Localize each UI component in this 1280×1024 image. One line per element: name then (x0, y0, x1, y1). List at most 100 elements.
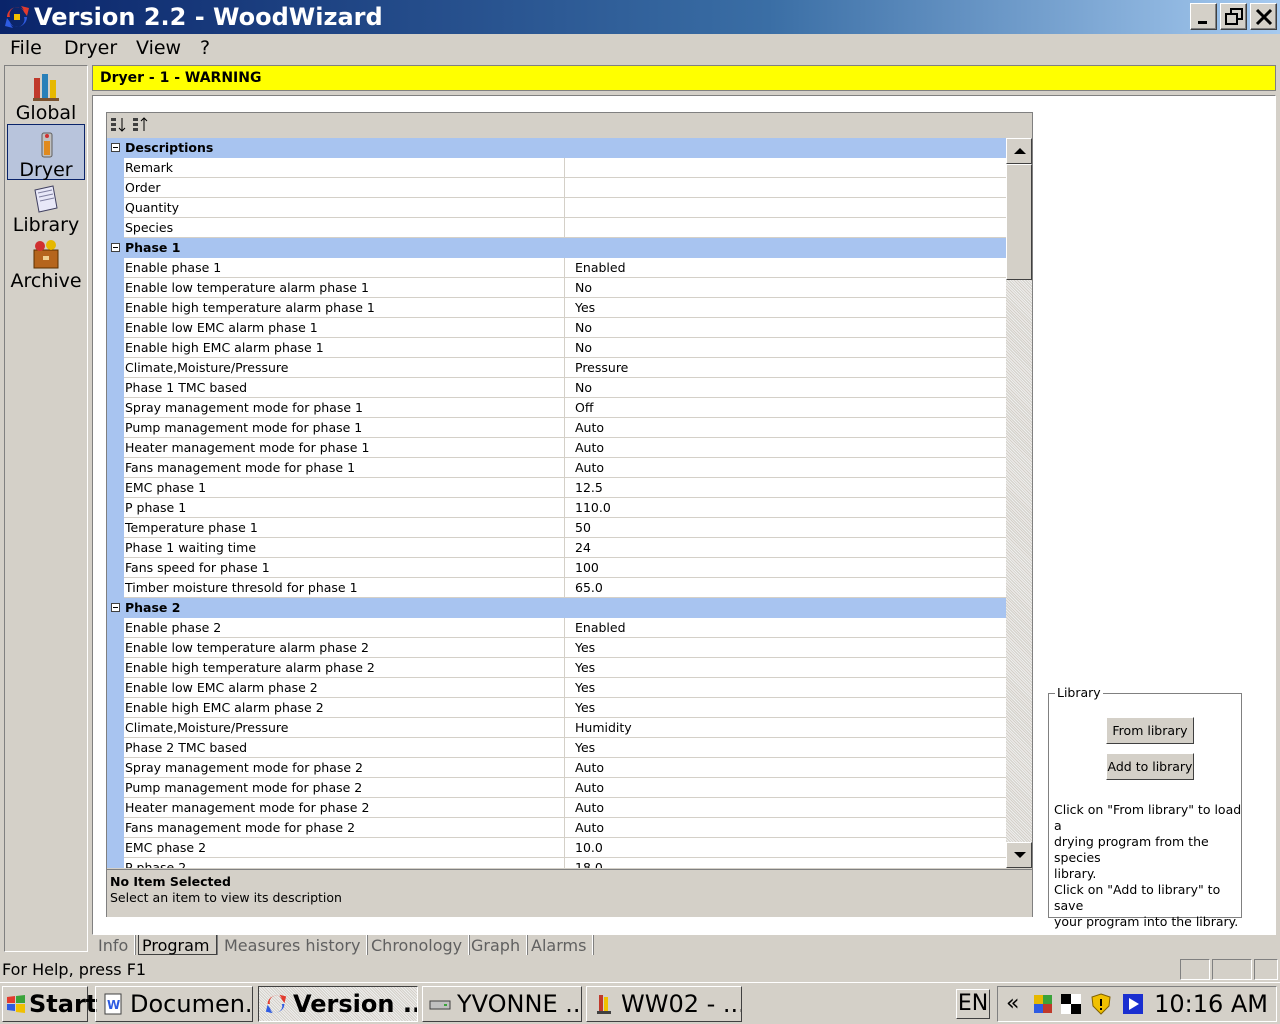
property-value[interactable]: Auto (565, 798, 1006, 818)
property-value[interactable]: Humidity (565, 718, 1006, 738)
restore-button[interactable] (1220, 3, 1247, 30)
property-value[interactable]: Yes (565, 638, 1006, 658)
grid-property-row[interactable]: Heater management mode for phase 1 Auto (107, 438, 1006, 458)
tab-measures-history[interactable]: Measures history (224, 935, 368, 955)
grid-property-row[interactable]: Spray management mode for phase 2 Auto (107, 758, 1006, 778)
property-value[interactable]: 24 (565, 538, 1006, 558)
property-value[interactable]: No (565, 278, 1006, 298)
checker-tray-icon[interactable] (1060, 993, 1082, 1015)
alphabetical-sort-icon[interactable] (132, 117, 150, 133)
from-library-button[interactable]: From library (1106, 717, 1194, 744)
grid-rows-viewport[interactable]: Descriptions Remark Order Quantity Species Ph… (107, 138, 1006, 868)
grid-property-row[interactable]: Enable low temperature alarm phase 2 Yes (107, 638, 1006, 658)
sidebar-item-global[interactable]: Global (7, 68, 85, 124)
grid-property-row[interactable]: Pump management mode for phase 2 Auto (107, 778, 1006, 798)
property-value[interactable]: Yes (565, 738, 1006, 758)
grid-property-row[interactable]: Heater management mode for phase 2 Auto (107, 798, 1006, 818)
grid-property-row[interactable]: Climate,Moisture/Pressure Pressure (107, 358, 1006, 378)
grid-property-row[interactable]: Fans management mode for phase 2 Auto (107, 818, 1006, 838)
grid-property-row[interactable]: Enable phase 2 Enabled (107, 618, 1006, 638)
grid-property-row[interactable]: Fans speed for phase 1 100 (107, 558, 1006, 578)
scroll-down-button[interactable] (1006, 842, 1032, 868)
grid-category[interactable]: Descriptions (107, 138, 1006, 158)
property-value[interactable] (565, 218, 1006, 238)
grid-property-row[interactable]: Enable high EMC alarm phase 1 No (107, 338, 1006, 358)
media-player-icon[interactable] (1122, 993, 1144, 1015)
property-value[interactable]: Enabled (565, 618, 1006, 638)
property-value[interactable] (565, 158, 1006, 178)
grid-category[interactable]: Phase 1 (107, 238, 1006, 258)
menu-file[interactable]: File (10, 36, 42, 60)
sidebar-item-archive[interactable]: Archive (7, 236, 85, 292)
property-value[interactable]: Enabled (565, 258, 1006, 278)
grid-category[interactable]: Phase 2 (107, 598, 1006, 618)
property-value[interactable]: Yes (565, 698, 1006, 718)
taskbar-item-ww02[interactable]: WW02 - ... (586, 986, 742, 1022)
grid-property-row[interactable]: Remark (107, 158, 1006, 178)
property-value[interactable]: Auto (565, 758, 1006, 778)
grid-property-row[interactable]: Enable high temperature alarm phase 2 Yes (107, 658, 1006, 678)
grid-property-row[interactable]: Enable phase 1 Enabled (107, 258, 1006, 278)
clock[interactable]: 10:16 AM (1154, 987, 1268, 1021)
grid-property-row[interactable]: Enable low EMC alarm phase 2 Yes (107, 678, 1006, 698)
taskbar-item-documents[interactable]: W Documen... (95, 986, 253, 1022)
property-value[interactable]: 18.0 (565, 858, 1006, 868)
property-value[interactable]: Auto (565, 778, 1006, 798)
property-value[interactable]: Yes (565, 298, 1006, 318)
sidebar-item-dryer[interactable]: Dryer (7, 124, 85, 181)
menu-view[interactable]: View (136, 36, 181, 60)
grid-property-row[interactable]: Spray management mode for phase 1 Off (107, 398, 1006, 418)
property-value[interactable] (565, 198, 1006, 218)
grid-property-row[interactable]: EMC phase 1 12.5 (107, 478, 1006, 498)
menu-dryer[interactable]: Dryer (64, 36, 117, 60)
collapse-icon[interactable] (111, 603, 120, 612)
tab-chronology[interactable]: Chronology (371, 935, 470, 955)
sidebar-item-library[interactable]: Library (7, 180, 85, 236)
collapse-icon[interactable] (111, 143, 120, 152)
grid-scrollbar[interactable] (1006, 138, 1032, 868)
taskbar-item-woodwizard[interactable]: Version ... (258, 986, 418, 1022)
property-value[interactable]: No (565, 378, 1006, 398)
property-value[interactable]: Yes (565, 678, 1006, 698)
grid-property-row[interactable]: Quantity (107, 198, 1006, 218)
security-shield-icon[interactable] (1090, 993, 1112, 1015)
tab-info[interactable]: Info (98, 935, 136, 955)
tray-expand-chevron[interactable]: « (1006, 987, 1019, 1021)
categorized-sort-icon[interactable] (110, 117, 128, 133)
grid-property-row[interactable]: Enable high temperature alarm phase 1 Yes (107, 298, 1006, 318)
property-value[interactable]: 65.0 (565, 578, 1006, 598)
property-value[interactable]: Pressure (565, 358, 1006, 378)
tab-alarms[interactable]: Alarms (531, 935, 594, 955)
grid-property-row[interactable]: Phase 1 waiting time 24 (107, 538, 1006, 558)
grid-property-row[interactable]: Fans management mode for phase 1 Auto (107, 458, 1006, 478)
property-value[interactable]: 50 (565, 518, 1006, 538)
property-value[interactable]: No (565, 338, 1006, 358)
grid-property-row[interactable]: Enable low temperature alarm phase 1 No (107, 278, 1006, 298)
property-value[interactable]: Yes (565, 658, 1006, 678)
grid-property-row[interactable]: Timber moisture thresold for phase 1 65.0 (107, 578, 1006, 598)
property-value[interactable]: 10.0 (565, 838, 1006, 858)
minimize-button[interactable] (1190, 3, 1217, 30)
scroll-up-button[interactable] (1006, 138, 1032, 164)
title-bar[interactable]: Version 2.2 - WoodWizard (0, 0, 1280, 34)
menu-help[interactable]: ? (200, 36, 210, 60)
property-value[interactable]: No (565, 318, 1006, 338)
grid-property-row[interactable]: Species (107, 218, 1006, 238)
add-to-library-button[interactable]: Add to library (1106, 753, 1194, 780)
grid-property-row[interactable]: EMC phase 2 10.0 (107, 838, 1006, 858)
property-value[interactable]: 12.5 (565, 478, 1006, 498)
collapse-icon[interactable] (111, 243, 120, 252)
grid-property-row[interactable]: Enable high EMC alarm phase 2 Yes (107, 698, 1006, 718)
grid-property-row[interactable]: Order (107, 178, 1006, 198)
property-value[interactable]: Auto (565, 438, 1006, 458)
scroll-thumb[interactable] (1006, 164, 1032, 280)
property-value[interactable]: Off (565, 398, 1006, 418)
tab-graph[interactable]: Graph (471, 935, 528, 955)
taskbar-item-yvonne[interactable]: YVONNE ... (422, 986, 582, 1022)
language-indicator[interactable]: EN (956, 989, 990, 1019)
grid-property-row[interactable]: Enable low EMC alarm phase 1 No (107, 318, 1006, 338)
property-value[interactable]: Auto (565, 458, 1006, 478)
grid-property-row[interactable]: Phase 1 TMC based No (107, 378, 1006, 398)
grid-property-row[interactable]: Temperature phase 1 50 (107, 518, 1006, 538)
grid-property-row[interactable]: Pump management mode for phase 1 Auto (107, 418, 1006, 438)
